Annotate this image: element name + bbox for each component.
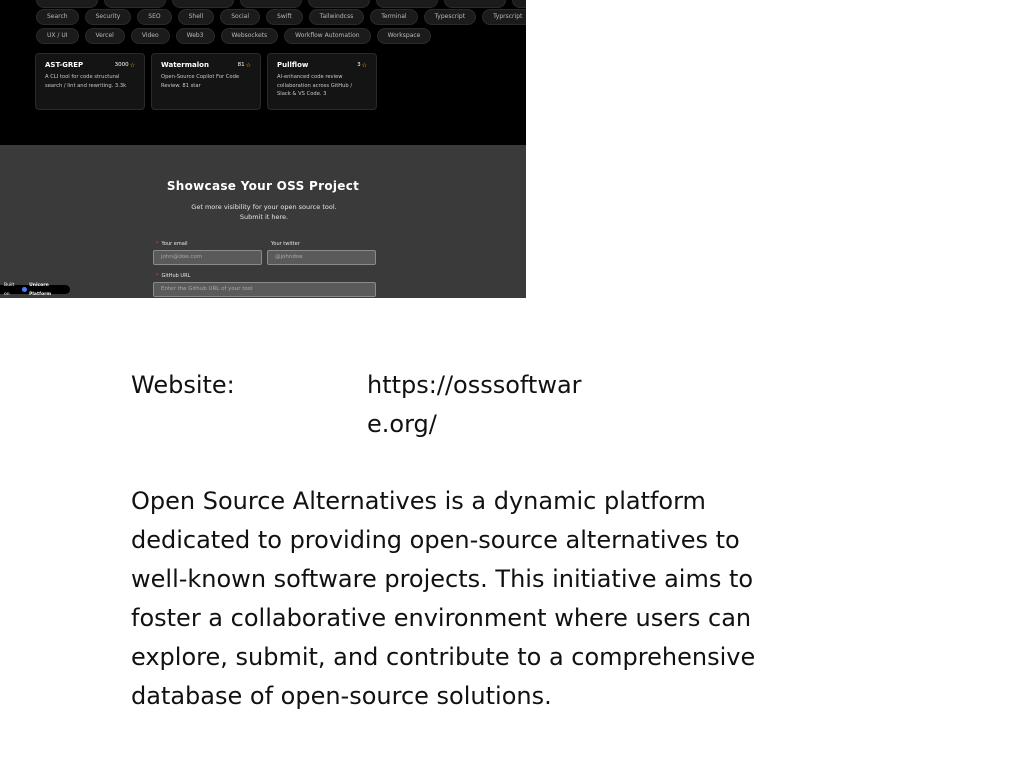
project-description: AI-enhanced code review collaboration ac… bbox=[277, 74, 353, 97]
project-name: Watermalon bbox=[161, 61, 209, 69]
project-card-pullflow[interactable]: Pullflow 3 ☆ AI-enhanced code review coll… bbox=[267, 53, 377, 110]
category-tag[interactable]: Social bbox=[220, 9, 261, 25]
project-name: Pullflow bbox=[277, 61, 309, 69]
category-tag[interactable]: Web3 bbox=[175, 28, 215, 44]
website-row: Website: https://osssoftware.org/ bbox=[131, 366, 811, 444]
email-field[interactable]: john@doe.com bbox=[153, 250, 262, 265]
star-icon: ☆ bbox=[245, 61, 251, 69]
category-tag[interactable] bbox=[512, 0, 526, 8]
project-name: AST-GREP bbox=[45, 61, 84, 69]
project-card-ast-grep[interactable]: AST-GREP 3000 ☆ A CLI tool for code struc… bbox=[35, 53, 145, 110]
website-info: Website: https://osssoftware.org/ bbox=[131, 366, 811, 444]
category-tag[interactable]: Security bbox=[84, 9, 132, 25]
star-icon: ☆ bbox=[361, 61, 367, 69]
category-tag[interactable] bbox=[172, 0, 234, 8]
showcase-title: Showcase Your OSS Project bbox=[166, 179, 360, 193]
category-tag[interactable] bbox=[308, 0, 370, 8]
twitter-field[interactable]: @johndoe bbox=[267, 250, 376, 265]
category-tag[interactable]: Websockets bbox=[220, 28, 279, 44]
tags-and-cards-section: Search Security SEO Shell Social Swift Tailwin… bbox=[0, 0, 526, 145]
category-tag[interactable] bbox=[104, 0, 166, 8]
category-tag[interactable]: Shell bbox=[177, 9, 215, 25]
website-label: Website: bbox=[131, 371, 235, 399]
category-tag[interactable]: SEO bbox=[137, 9, 172, 25]
category-tag[interactable] bbox=[240, 0, 302, 8]
category-tag[interactable]: Typescript bbox=[423, 9, 477, 25]
category-tag[interactable]: UX / UI bbox=[36, 28, 79, 44]
showcase-section: Showcase Your OSS Project Get more visib… bbox=[0, 145, 526, 298]
category-tag[interactable]: Vercel bbox=[84, 28, 125, 44]
project-description: A CLI tool for code structural search / … bbox=[45, 74, 127, 89]
star-icon: ☆ bbox=[129, 61, 135, 69]
star-count: 3000 ☆ bbox=[114, 61, 135, 69]
unicorn-logo-icon bbox=[22, 287, 28, 292]
category-tag[interactable]: Tailwindcss bbox=[308, 9, 365, 25]
email-label: * Your email bbox=[156, 241, 188, 247]
description-text: Open Source Alternatives is a dynamic pl… bbox=[131, 487, 756, 710]
category-tag[interactable]: Swift bbox=[266, 9, 303, 25]
showcase-subtitle: Get more visibility for your open source… bbox=[191, 203, 337, 221]
tag-row: UX / UI Vercel Video Web3 Websockets Workflow… bbox=[36, 28, 432, 44]
website-screenshot: Search Security SEO Shell Social Swift Tailwin… bbox=[0, 0, 526, 298]
tag-row bbox=[36, 0, 526, 8]
category-tag[interactable] bbox=[36, 0, 98, 8]
category-tag[interactable] bbox=[444, 0, 506, 8]
tag-row: Search Security SEO Shell Social Swift Tailwin… bbox=[36, 9, 526, 25]
github-url-field[interactable]: Enter the Github URL of your tool bbox=[153, 282, 376, 297]
category-tag[interactable]: Terminal bbox=[370, 9, 418, 25]
category-tag[interactable] bbox=[376, 0, 438, 8]
star-count: 3 ☆ bbox=[357, 61, 367, 69]
project-card-watermalon[interactable]: Watermalon 81 ☆ Open-Source Copilot For C… bbox=[151, 53, 261, 110]
category-tag[interactable]: Search bbox=[36, 9, 79, 25]
website-link[interactable]: https://osssoftware.org/ bbox=[367, 366, 599, 444]
category-tag[interactable]: Workspace bbox=[376, 28, 432, 44]
github-url-label: * GitHub URL bbox=[156, 273, 191, 279]
category-tag[interactable]: Video bbox=[130, 28, 170, 44]
twitter-label: Your twitter bbox=[271, 241, 300, 247]
project-description: Open-Source Copilot For Code Review. 81 … bbox=[161, 74, 240, 89]
category-tag[interactable]: Typrscript bbox=[482, 9, 526, 25]
category-tag[interactable]: Workflow Automation bbox=[284, 28, 371, 44]
built-on-badge[interactable]: Built on Unicorn Platform bbox=[0, 283, 70, 297]
star-count: 81 ☆ bbox=[237, 61, 251, 69]
